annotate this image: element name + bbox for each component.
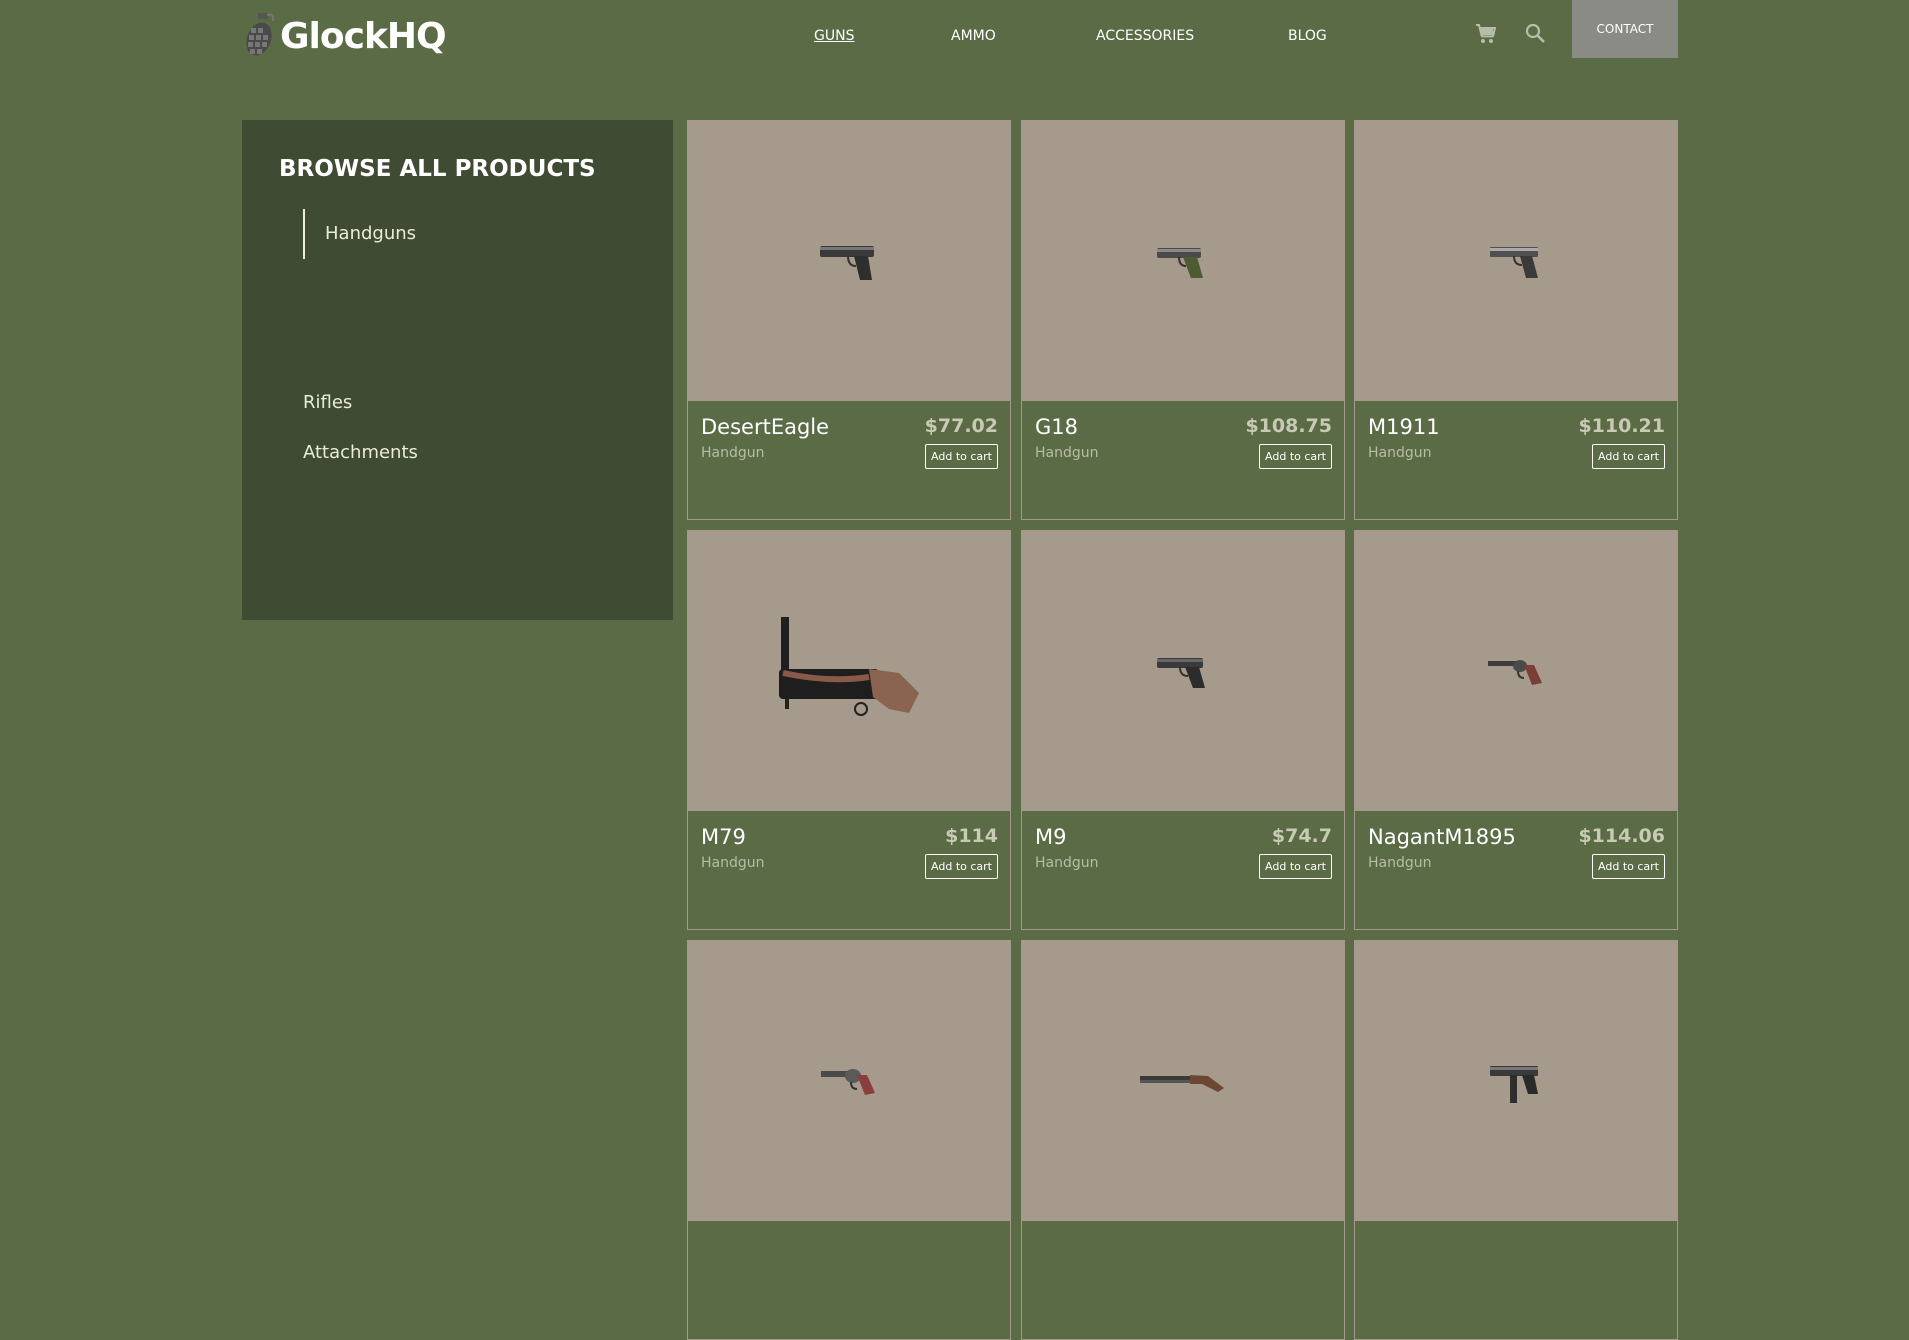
product-category: Handgun <box>1368 445 1432 461</box>
product-image[interactable] <box>1022 941 1344 1221</box>
pistol-icon <box>1157 658 1205 688</box>
product-price: $108.75 <box>1245 415 1332 437</box>
sidebar-item-handguns[interactable]: Handguns <box>303 209 416 259</box>
product-card[interactable] <box>1354 940 1678 1340</box>
pistol-icon <box>1157 248 1203 278</box>
add-to-cart-button[interactable]: Add to cart <box>1259 444 1332 469</box>
revolver-icon <box>1488 660 1542 685</box>
product-price: $114 <box>945 825 998 847</box>
search-icon[interactable] <box>1524 22 1546 44</box>
product-card[interactable] <box>687 940 1011 1340</box>
add-to-cart-button[interactable]: Add to cart <box>1592 854 1665 879</box>
contact-button[interactable]: CONTACT <box>1572 0 1678 58</box>
product-name: M9 <box>1035 825 1067 849</box>
machine-pistol-icon <box>1490 1066 1538 1103</box>
product-image[interactable] <box>688 941 1010 1221</box>
revolver-icon <box>821 1069 875 1095</box>
product-price: $74.7 <box>1271 825 1332 847</box>
sidebar-item-rifles[interactable]: Rifles <box>303 392 352 413</box>
product-card[interactable]: G18 Handgun $108.75 Add to cart <box>1021 120 1345 520</box>
nav-ammo[interactable]: AMMO <box>951 28 996 44</box>
product-category: Handgun <box>701 855 765 871</box>
site-header: GlockHQ GUNS AMMO ACCESSORIES BLOG CONTA… <box>0 0 1909 100</box>
sidebar: BROWSE ALL PRODUCTS Handguns Rifles Atta… <box>242 120 673 620</box>
sidebar-item-attachments[interactable]: Attachments <box>303 442 418 463</box>
product-name: G18 <box>1035 415 1078 439</box>
product-image[interactable] <box>688 121 1010 401</box>
sawed-off-shotgun-icon <box>1140 1075 1224 1092</box>
product-category: Handgun <box>1035 445 1099 461</box>
product-image[interactable] <box>1355 941 1677 1221</box>
pistol-icon <box>820 246 874 280</box>
product-card[interactable]: M79 Handgun $114 Add to cart <box>687 530 1011 930</box>
product-card[interactable] <box>1021 940 1345 1340</box>
nav-guns[interactable]: GUNS <box>814 28 854 44</box>
grenade-launcher-icon <box>779 617 919 716</box>
product-image[interactable] <box>688 531 1010 811</box>
product-grid: DesertEagle Handgun $77.02 Add to cart G… <box>687 120 1678 1340</box>
product-name: DesertEagle <box>701 415 830 439</box>
product-price: $114.06 <box>1578 825 1665 847</box>
nav-accessories[interactable]: ACCESSORIES <box>1096 28 1194 44</box>
product-card[interactable]: M9 Handgun $74.7 Add to cart <box>1021 530 1345 930</box>
product-card[interactable]: DesertEagle Handgun $77.02 Add to cart <box>687 120 1011 520</box>
product-name: NagantM1895 <box>1368 825 1516 849</box>
product-category: Handgun <box>701 445 765 461</box>
product-category: Handgun <box>1368 855 1432 871</box>
pistol-icon <box>1490 247 1538 278</box>
product-price: $110.21 <box>1578 415 1665 437</box>
add-to-cart-button[interactable]: Add to cart <box>1592 444 1665 469</box>
add-to-cart-button[interactable]: Add to cart <box>1259 854 1332 879</box>
product-card[interactable]: M1911 Handgun $110.21 Add to cart <box>1354 120 1678 520</box>
sidebar-title: BROWSE ALL PRODUCTS <box>279 156 596 182</box>
product-image[interactable] <box>1355 531 1677 811</box>
product-price: $77.02 <box>924 415 998 437</box>
product-image[interactable] <box>1022 121 1344 401</box>
product-image[interactable] <box>1355 121 1677 401</box>
cart-icon[interactable] <box>1474 22 1498 46</box>
product-category: Handgun <box>1035 855 1099 871</box>
nav-blog[interactable]: BLOG <box>1288 28 1327 44</box>
product-image[interactable] <box>1022 531 1344 811</box>
product-name: M1911 <box>1368 415 1440 439</box>
add-to-cart-button[interactable]: Add to cart <box>925 854 998 879</box>
product-name: M79 <box>701 825 746 849</box>
add-to-cart-button[interactable]: Add to cart <box>925 444 998 469</box>
product-card[interactable]: NagantM1895 Handgun $114.06 Add to cart <box>1354 530 1678 930</box>
